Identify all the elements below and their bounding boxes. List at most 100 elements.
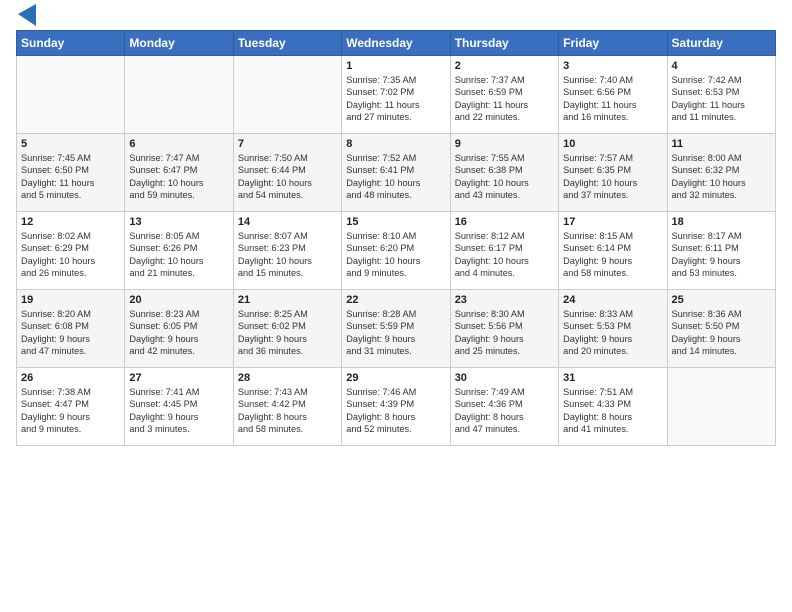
day-number: 20 <box>129 294 228 306</box>
day-info: Sunrise: 7:38 AM Sunset: 4:47 PM Dayligh… <box>21 386 120 436</box>
week-row-1: 5Sunrise: 7:45 AM Sunset: 6:50 PM Daylig… <box>17 134 776 212</box>
day-info: Sunrise: 7:46 AM Sunset: 4:39 PM Dayligh… <box>346 386 445 436</box>
day-info: Sunrise: 8:30 AM Sunset: 5:56 PM Dayligh… <box>455 308 554 358</box>
calendar-cell: 9 Sunrise: 7:55 AM Sunset: 6:38 PM Daylig… <box>450 134 558 212</box>
calendar-cell: 25 Sunrise: 8:36 AM Sunset: 5:50 PM Dayli… <box>667 290 775 368</box>
main-container: SundayMondayTuesdayWednesdayThursdayFrid… <box>0 0 792 454</box>
day-info: Sunrise: 7:37 AM Sunset: 6:59 PM Dayligh… <box>455 74 554 124</box>
day-info: Sunrise: 8:17 AM Sunset: 6:11 PM Dayligh… <box>672 230 771 280</box>
day-number: 7 <box>238 138 337 150</box>
day-info: Sunrise: 7:40 AM Sunset: 6:56 PM Dayligh… <box>563 74 662 124</box>
calendar-cell: 18 Sunrise: 8:17 AM Sunset: 6:11 PM Dayli… <box>667 212 775 290</box>
header-row <box>16 10 776 26</box>
day-info: Sunrise: 8:05 AM Sunset: 6:26 PM Dayligh… <box>129 230 228 280</box>
day-number: 21 <box>238 294 337 306</box>
day-info: Sunrise: 8:33 AM Sunset: 5:53 PM Dayligh… <box>563 308 662 358</box>
calendar-cell: 29 Sunrise: 7:46 AM Sunset: 4:39 PM Dayli… <box>342 368 450 446</box>
day-number: 14 <box>238 216 337 228</box>
calendar-cell: 11 Sunrise: 8:00 AM Sunset: 6:32 PM Dayli… <box>667 134 775 212</box>
calendar-body: 1Sunrise: 7:35 AM Sunset: 7:02 PM Daylig… <box>17 56 776 446</box>
day-info: Sunrise: 8:20 AM Sunset: 6:08 PM Dayligh… <box>21 308 120 358</box>
calendar-cell: 2 Sunrise: 7:37 AM Sunset: 6:59 PM Daylig… <box>450 56 558 134</box>
logo <box>16 14 36 26</box>
day-info: Sunrise: 8:36 AM Sunset: 5:50 PM Dayligh… <box>672 308 771 358</box>
calendar-cell: 6Sunrise: 7:47 AM Sunset: 6:47 PM Daylig… <box>125 134 233 212</box>
day-info: Sunrise: 8:00 AM Sunset: 6:32 PM Dayligh… <box>672 152 771 202</box>
week-row-2: 12 Sunrise: 8:02 AM Sunset: 6:29 PM Dayli… <box>17 212 776 290</box>
logo-icon <box>18 4 36 26</box>
day-number: 9 <box>455 138 554 150</box>
day-number: 27 <box>129 372 228 384</box>
day-number: 12 <box>21 216 120 228</box>
calendar-cell: 14Sunrise: 8:07 AM Sunset: 6:23 PM Dayli… <box>233 212 341 290</box>
calendar-cell: 24 Sunrise: 8:33 AM Sunset: 5:53 PM Dayli… <box>559 290 667 368</box>
day-number: 15 <box>346 216 445 228</box>
day-info: Sunrise: 8:02 AM Sunset: 6:29 PM Dayligh… <box>21 230 120 280</box>
day-info: Sunrise: 8:28 AM Sunset: 5:59 PM Dayligh… <box>346 308 445 358</box>
calendar-cell: 10 Sunrise: 7:57 AM Sunset: 6:35 PM Dayli… <box>559 134 667 212</box>
day-number: 16 <box>455 216 554 228</box>
calendar-cell: 27 Sunrise: 7:41 AM Sunset: 4:45 PM Dayli… <box>125 368 233 446</box>
day-info: Sunrise: 8:15 AM Sunset: 6:14 PM Dayligh… <box>563 230 662 280</box>
calendar-cell <box>17 56 125 134</box>
day-number: 30 <box>455 372 554 384</box>
day-info: Sunrise: 7:57 AM Sunset: 6:35 PM Dayligh… <box>563 152 662 202</box>
day-info: Sunrise: 7:49 AM Sunset: 4:36 PM Dayligh… <box>455 386 554 436</box>
calendar-header: SundayMondayTuesdayWednesdayThursdayFrid… <box>17 31 776 56</box>
calendar-cell: 7 Sunrise: 7:50 AM Sunset: 6:44 PM Daylig… <box>233 134 341 212</box>
day-info: Sunrise: 7:43 AM Sunset: 4:42 PM Dayligh… <box>238 386 337 436</box>
day-number: 13 <box>129 216 228 228</box>
week-row-4: 26 Sunrise: 7:38 AM Sunset: 4:47 PM Dayli… <box>17 368 776 446</box>
day-number: 17 <box>563 216 662 228</box>
day-number: 4 <box>672 60 771 72</box>
calendar-cell: 26 Sunrise: 7:38 AM Sunset: 4:47 PM Dayli… <box>17 368 125 446</box>
day-number: 3 <box>563 60 662 72</box>
calendar-cell: 12 Sunrise: 8:02 AM Sunset: 6:29 PM Dayli… <box>17 212 125 290</box>
day-number: 24 <box>563 294 662 306</box>
day-info: Sunrise: 7:55 AM Sunset: 6:38 PM Dayligh… <box>455 152 554 202</box>
day-number: 28 <box>238 372 337 384</box>
calendar-table: SundayMondayTuesdayWednesdayThursdayFrid… <box>16 30 776 446</box>
calendar-cell <box>233 56 341 134</box>
day-number: 8 <box>346 138 445 150</box>
calendar-cell: 17 Sunrise: 8:15 AM Sunset: 6:14 PM Dayli… <box>559 212 667 290</box>
day-number: 1 <box>346 60 445 72</box>
weekday-header-row: SundayMondayTuesdayWednesdayThursdayFrid… <box>17 31 776 56</box>
day-number: 10 <box>563 138 662 150</box>
calendar-cell: 31Sunrise: 7:51 AM Sunset: 4:33 PM Dayli… <box>559 368 667 446</box>
day-info: Sunrise: 7:47 AM Sunset: 6:47 PM Dayligh… <box>129 152 228 202</box>
day-number: 18 <box>672 216 771 228</box>
calendar-cell: 1Sunrise: 7:35 AM Sunset: 7:02 PM Daylig… <box>342 56 450 134</box>
day-number: 23 <box>455 294 554 306</box>
calendar-cell: 4Sunrise: 7:42 AM Sunset: 6:53 PM Daylig… <box>667 56 775 134</box>
weekday-header-wednesday: Wednesday <box>342 31 450 56</box>
day-info: Sunrise: 8:12 AM Sunset: 6:17 PM Dayligh… <box>455 230 554 280</box>
week-row-3: 19 Sunrise: 8:20 AM Sunset: 6:08 PM Dayli… <box>17 290 776 368</box>
day-info: Sunrise: 7:50 AM Sunset: 6:44 PM Dayligh… <box>238 152 337 202</box>
day-number: 22 <box>346 294 445 306</box>
calendar-cell: 22 Sunrise: 8:28 AM Sunset: 5:59 PM Dayli… <box>342 290 450 368</box>
calendar-cell: 16 Sunrise: 8:12 AM Sunset: 6:17 PM Dayli… <box>450 212 558 290</box>
weekday-header-monday: Monday <box>125 31 233 56</box>
calendar-cell: 30 Sunrise: 7:49 AM Sunset: 4:36 PM Dayli… <box>450 368 558 446</box>
day-number: 26 <box>21 372 120 384</box>
day-number: 19 <box>21 294 120 306</box>
day-info: Sunrise: 8:23 AM Sunset: 6:05 PM Dayligh… <box>129 308 228 358</box>
calendar-cell: 28 Sunrise: 7:43 AM Sunset: 4:42 PM Dayli… <box>233 368 341 446</box>
week-row-0: 1Sunrise: 7:35 AM Sunset: 7:02 PM Daylig… <box>17 56 776 134</box>
weekday-header-sunday: Sunday <box>17 31 125 56</box>
weekday-header-tuesday: Tuesday <box>233 31 341 56</box>
weekday-header-thursday: Thursday <box>450 31 558 56</box>
day-info: Sunrise: 7:41 AM Sunset: 4:45 PM Dayligh… <box>129 386 228 436</box>
calendar-cell <box>125 56 233 134</box>
calendar-cell: 13 Sunrise: 8:05 AM Sunset: 6:26 PM Dayli… <box>125 212 233 290</box>
day-info: Sunrise: 8:10 AM Sunset: 6:20 PM Dayligh… <box>346 230 445 280</box>
day-number: 2 <box>455 60 554 72</box>
day-info: Sunrise: 7:51 AM Sunset: 4:33 PM Dayligh… <box>563 386 662 436</box>
day-number: 25 <box>672 294 771 306</box>
day-info: Sunrise: 7:45 AM Sunset: 6:50 PM Dayligh… <box>21 152 120 202</box>
calendar-cell: 5Sunrise: 7:45 AM Sunset: 6:50 PM Daylig… <box>17 134 125 212</box>
day-number: 11 <box>672 138 771 150</box>
day-number: 29 <box>346 372 445 384</box>
weekday-header-saturday: Saturday <box>667 31 775 56</box>
